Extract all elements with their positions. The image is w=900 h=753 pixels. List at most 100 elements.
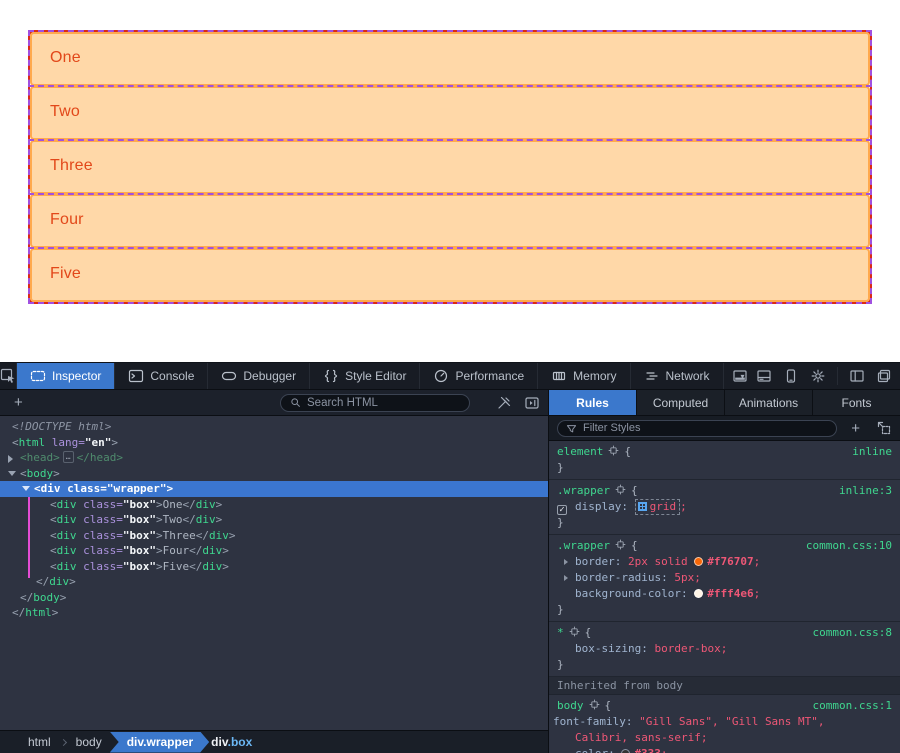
markup-line[interactable]: <div class="box">Three</div>	[0, 528, 548, 544]
grid-overlay-line	[28, 302, 872, 304]
code-token: >	[69, 575, 76, 588]
close-brace-line: }	[549, 515, 900, 531]
color-swatch[interactable]	[694, 589, 703, 598]
css-declaration[interactable]: color: #333;	[549, 746, 900, 753]
rule-selector-line[interactable]: .wrapper{common.css:10	[549, 538, 900, 554]
css-declaration[interactable]: box-sizing: border-box;	[549, 641, 900, 657]
selector-highlighter-icon[interactable]	[588, 698, 601, 711]
breadcrumb-item-div-box[interactable]: div.box	[211, 735, 252, 749]
collapse-arrow-icon[interactable]	[8, 471, 16, 476]
sidebar-tab-fonts[interactable]: Fonts	[813, 390, 900, 415]
rule-selector-line[interactable]: element{inline	[549, 444, 900, 460]
css-rule: element{inline}	[549, 441, 900, 480]
highlighter-toggle-box[interactable]: grid	[635, 499, 681, 515]
tab-inspector[interactable]: Inspector	[17, 363, 115, 389]
css-declaration[interactable]: border: 2px solid #f76707;	[549, 554, 900, 570]
tab-debugger[interactable]: Debugger	[208, 363, 310, 389]
property-colon: :	[641, 642, 654, 655]
property-value: grid	[650, 500, 677, 513]
code-token: </head>	[77, 451, 123, 464]
code-token: >	[156, 498, 163, 511]
markup-line[interactable]: <head>…</head>	[0, 450, 548, 466]
expand-arrow-icon[interactable]	[8, 455, 13, 463]
markup-line[interactable]: </html>	[0, 605, 548, 621]
pseudo-class-panel-icon[interactable]	[876, 420, 892, 436]
color-swatch[interactable]	[694, 557, 703, 566]
rule-source-link[interactable]: common.css:1	[813, 698, 892, 714]
markup-line[interactable]: </body>	[0, 590, 548, 606]
responsive-mode-button[interactable]	[783, 368, 799, 384]
code-token: <head>	[20, 451, 60, 464]
breadcrumb-item-html[interactable]: html	[28, 735, 51, 749]
expand-shorthand-icon[interactable]	[564, 559, 568, 565]
css-declaration[interactable]: background-color: #fff4e6;	[549, 586, 900, 602]
filter-styles-input[interactable]: Filter Styles	[557, 420, 837, 437]
split-console-icon	[756, 368, 772, 384]
code-token: div	[41, 482, 61, 495]
markup-line[interactable]: <div class="box">Five</div>	[0, 559, 548, 575]
property-value: border-box	[654, 642, 720, 655]
markup-line[interactable]: <!DOCTYPE html>	[0, 419, 548, 435]
rule-source-link[interactable]: inline	[852, 444, 892, 460]
breadcrumb-item-div-wrapper[interactable]: div.wrapper	[110, 732, 209, 753]
rules-toolbar: Filter Styles +	[549, 416, 900, 441]
grid-highlighter-icon[interactable]	[638, 502, 647, 511]
split-console-button[interactable]	[756, 368, 772, 384]
expand-shorthand-icon[interactable]	[564, 575, 568, 581]
rule-source-link[interactable]: common.css:10	[806, 538, 892, 554]
markup-line[interactable]: <div class="box">One</div>	[0, 497, 548, 513]
tab-memory[interactable]: Memory	[538, 363, 630, 389]
markup-line[interactable]: </div>	[0, 574, 548, 590]
rule-selector-line[interactable]: .wrapper{inline:3	[549, 483, 900, 499]
rule-source-link[interactable]: common.css:8	[813, 625, 892, 641]
sidebar-tab-rules[interactable]: Rules	[549, 390, 637, 415]
markup-line[interactable]: <body>	[0, 466, 548, 482]
declaration-enabled-checkbox[interactable]: ✓	[557, 505, 567, 515]
tab-performance[interactable]: Performance	[420, 363, 538, 389]
add-node-button[interactable]: +	[8, 395, 29, 410]
selector-highlighter-icon[interactable]	[614, 483, 627, 496]
markup-line[interactable]: <html lang="en">	[0, 435, 548, 451]
rule-selector-line[interactable]: body{common.css:1	[549, 698, 900, 714]
markup-line[interactable]: <div class="box">Two</div>	[0, 512, 548, 528]
rule-selector-line[interactable]: *{common.css:8	[549, 625, 900, 641]
code-token: Five	[163, 560, 190, 573]
color-swatch[interactable]	[621, 749, 630, 753]
sidebar-tab-computed[interactable]: Computed	[637, 390, 725, 415]
panel-toggle-button[interactable]	[849, 368, 865, 384]
sidebar-tab-animations[interactable]: Animations	[725, 390, 813, 415]
settings-button[interactable]	[810, 368, 826, 384]
windows-button[interactable]	[876, 368, 892, 384]
css-declaration[interactable]: ✓display: grid;	[549, 499, 900, 515]
tab-console[interactable]: Console	[115, 363, 208, 389]
breadcrumb-separator-icon	[60, 738, 67, 745]
property-name: font-family	[553, 715, 626, 728]
selector-highlighter-icon[interactable]	[568, 625, 581, 638]
eyedropper-icon[interactable]	[496, 395, 512, 411]
markup-line-selected[interactable]: <div class="wrapper">	[0, 481, 548, 497]
markup-line[interactable]: <div class="box">Four</div>	[0, 543, 548, 559]
tab-label: Memory	[573, 369, 616, 383]
dock-side-button[interactable]: ▾	[732, 368, 745, 384]
collapse-arrow-icon[interactable]	[22, 486, 30, 491]
selector-highlighter-icon[interactable]	[607, 444, 620, 457]
code-token: div	[57, 544, 77, 557]
code-token: >	[52, 606, 59, 619]
rule-source-link[interactable]: inline:3	[839, 483, 892, 499]
expand-pane-icon[interactable]	[524, 395, 540, 411]
code-token: div	[49, 575, 69, 588]
style-editor-icon	[323, 368, 339, 384]
settings-icon	[810, 368, 826, 384]
code-token: div	[57, 498, 77, 511]
css-declaration[interactable]: border-radius: 5px;	[549, 570, 900, 586]
search-html-input[interactable]: Search HTML	[280, 394, 470, 412]
tab-style-editor[interactable]: Style Editor	[310, 363, 420, 389]
close-brace-line: }	[549, 602, 900, 618]
add-rule-button[interactable]: +	[847, 421, 864, 436]
property-value: 5px	[674, 571, 694, 584]
tab-network[interactable]: Network	[631, 363, 724, 389]
breadcrumb-item-body[interactable]: body	[76, 735, 102, 749]
pick-element-button[interactable]	[0, 363, 17, 389]
css-declaration[interactable]: font-family: "Gill Sans", "Gill Sans MT"…	[549, 714, 900, 746]
selector-highlighter-icon[interactable]	[614, 538, 627, 551]
